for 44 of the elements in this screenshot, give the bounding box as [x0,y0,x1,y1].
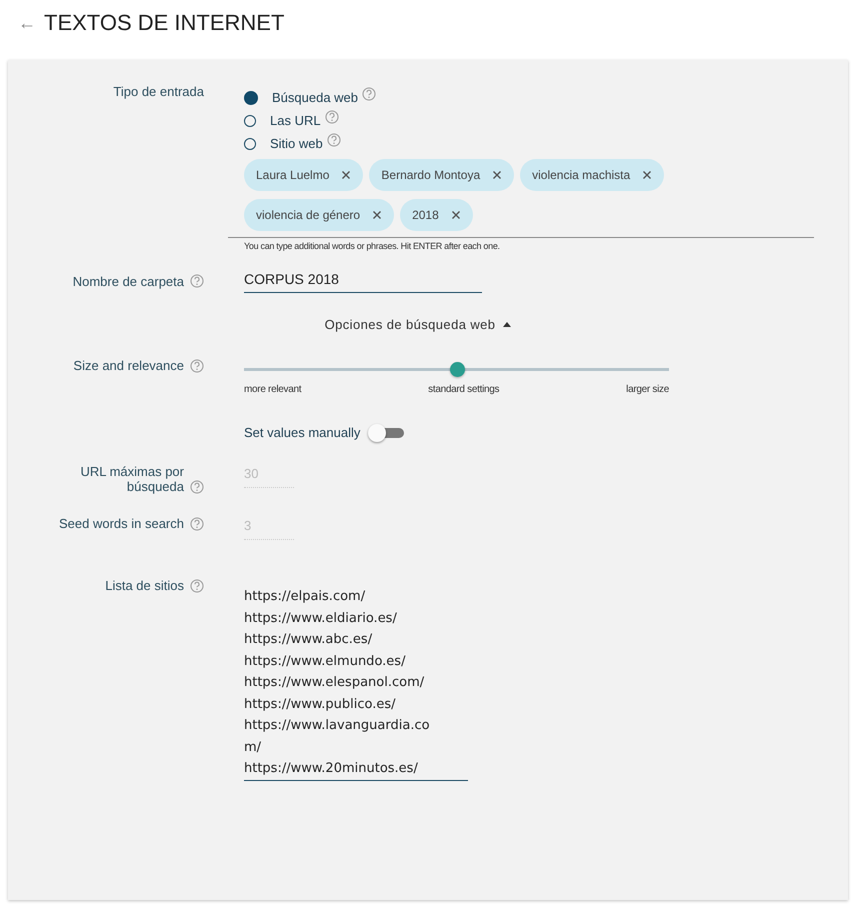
help-icon[interactable] [190,516,204,530]
hint-text: You can type additional words or phrases. Hit ENTER after each one. [243,240,501,251]
slider-tick-label: more relevant [244,384,302,395]
help-icon[interactable] [190,578,204,592]
keyword-chip[interactable]: Laura Luelmo [244,159,364,191]
close-icon[interactable] [492,170,502,180]
help-icon[interactable] [362,86,376,100]
radio-button[interactable] [244,90,258,104]
caret-icon [503,322,512,327]
field-label: Nombre de carpeta [72,274,184,288]
back-button[interactable]: ← [18,12,36,34]
close-icon[interactable] [372,210,382,220]
folder-name-field[interactable]: CORPUS 2018 [244,269,482,293]
help-icon[interactable] [324,110,339,124]
close-icon[interactable] [450,210,461,220]
help-icon[interactable] [190,358,204,372]
slider-thumb[interactable] [450,362,464,377]
keyword-chip[interactable]: violencia de género [244,199,394,231]
slider-tick-label: larger size [626,384,669,395]
radio-label[interactable]: Sitio web [270,136,323,151]
chip-input-field[interactable]: Laura Luelmo Bernardo Montoya violencia machista violencia de género 2018 [228,159,814,238]
field-label: Seed words in search [58,516,184,531]
keyword-chip[interactable]: Bernardo Montoya [369,159,514,191]
field-label: Tipo de entrada [113,84,204,99]
keyword-chip[interactable]: 2018 [400,199,473,231]
search-options-toggle[interactable]: Opciones de búsqueda web [320,315,516,334]
sites-text-area[interactable]: https://elpais.com/ https://www.eldiario.es/ https://www.abc.es/ https://www.elmundo.es/ https://www.elespanol.com/ https://www.publico.es/ https://www.lavanguardia.com/ https://www.20minutos.es/ [244,578,468,780]
radio-button[interactable] [244,114,256,126]
close-icon[interactable] [341,170,352,180]
toggle-label: Set values manually [244,425,360,440]
page-title: TEXTOS DE INTERNET [44,10,284,36]
field-label: URL máximas por búsqueda [79,464,184,494]
radio-button[interactable] [244,138,256,150]
slider-tick-label: standard settings [428,384,500,395]
help-icon[interactable] [326,132,341,146]
radio-label[interactable]: Las URL [270,113,321,128]
close-icon[interactable] [642,170,652,180]
help-icon[interactable] [190,480,204,494]
relevance-slider[interactable] [244,362,669,377]
radio-label[interactable]: Búsqueda web [272,90,358,105]
field-label: Lista de sitios [105,578,184,593]
field-label: Size and relevance [73,358,184,373]
keyword-chip[interactable]: violencia machista [520,159,664,191]
help-icon[interactable] [190,274,204,288]
